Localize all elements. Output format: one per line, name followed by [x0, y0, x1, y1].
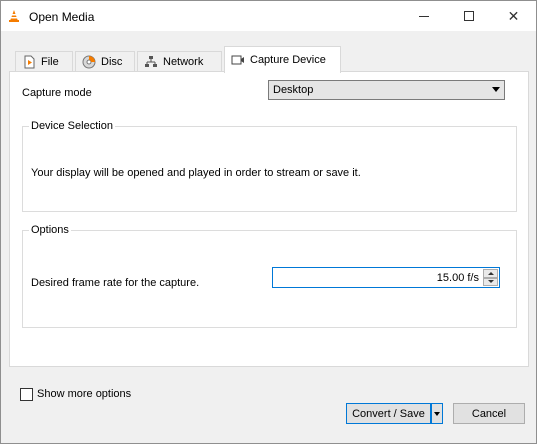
window-title: Open Media	[29, 10, 95, 24]
minimize-icon	[418, 15, 429, 17]
frame-rate-value: 15.00 f/s	[436, 272, 479, 284]
chevron-up-icon	[487, 271, 494, 275]
file-icon	[24, 55, 35, 69]
frame-rate-stepper	[483, 269, 498, 286]
tab-capture-device[interactable]: Capture Device	[224, 46, 341, 73]
options-title: Options	[29, 224, 71, 236]
capture-mode-label: Capture mode	[22, 87, 92, 99]
spin-up-button[interactable]	[483, 269, 498, 278]
chevron-down-icon	[487, 280, 494, 284]
maximize-icon	[463, 11, 474, 21]
spin-down-button[interactable]	[483, 277, 498, 286]
capture-mode-select[interactable]: Desktop	[268, 80, 505, 100]
cancel-label: Cancel	[471, 407, 507, 420]
tab-file-label: File	[41, 56, 59, 68]
tab-disc-label: Disc	[101, 56, 123, 68]
show-more-options-checkbox[interactable]	[20, 388, 33, 401]
vlc-cone-icon	[9, 10, 19, 22]
tab-bar: File Disc Network Capture Device	[9, 46, 529, 73]
close-button[interactable]: ✕	[491, 1, 536, 31]
device-selection-description: Your display will be opened and played i…	[31, 167, 361, 179]
tab-capture-device-label: Capture Device	[250, 54, 326, 66]
frame-rate-label: Desired frame rate for the capture.	[31, 277, 200, 289]
disc-icon	[82, 55, 96, 69]
open-media-dialog: Open Media ✕ File Disc Network Capture D…	[0, 0, 537, 444]
convert-save-label: Convert / Save	[352, 407, 425, 420]
tab-network-label: Network	[163, 56, 204, 68]
capture-device-panel: Capture mode Desktop Device Selection Yo…	[9, 71, 529, 367]
frame-rate-spinbox[interactable]: 15.00 f/s	[272, 267, 500, 288]
network-icon	[145, 56, 157, 67]
close-icon: ✕	[507, 7, 520, 24]
convert-save-button[interactable]: Convert / Save	[346, 403, 431, 424]
title-bar[interactable]: Open Media ✕	[1, 1, 536, 31]
tab-disc[interactable]: Disc	[75, 51, 135, 72]
chevron-down-icon	[492, 87, 500, 92]
device-selection-group: Device Selection Your display will be op…	[22, 120, 517, 212]
show-more-options-label[interactable]: Show more options	[37, 388, 131, 400]
cancel-button[interactable]: Cancel	[453, 403, 525, 424]
tab-file[interactable]: File	[15, 51, 73, 72]
device-selection-title: Device Selection	[29, 120, 115, 132]
convert-save-dropdown-button[interactable]	[431, 403, 443, 424]
capture-device-icon	[231, 55, 244, 65]
minimize-button[interactable]	[401, 1, 446, 31]
chevron-down-icon	[434, 411, 440, 416]
maximize-button[interactable]	[446, 1, 491, 31]
capture-mode-value: Desktop	[273, 84, 314, 96]
tab-network[interactable]: Network	[137, 51, 222, 72]
